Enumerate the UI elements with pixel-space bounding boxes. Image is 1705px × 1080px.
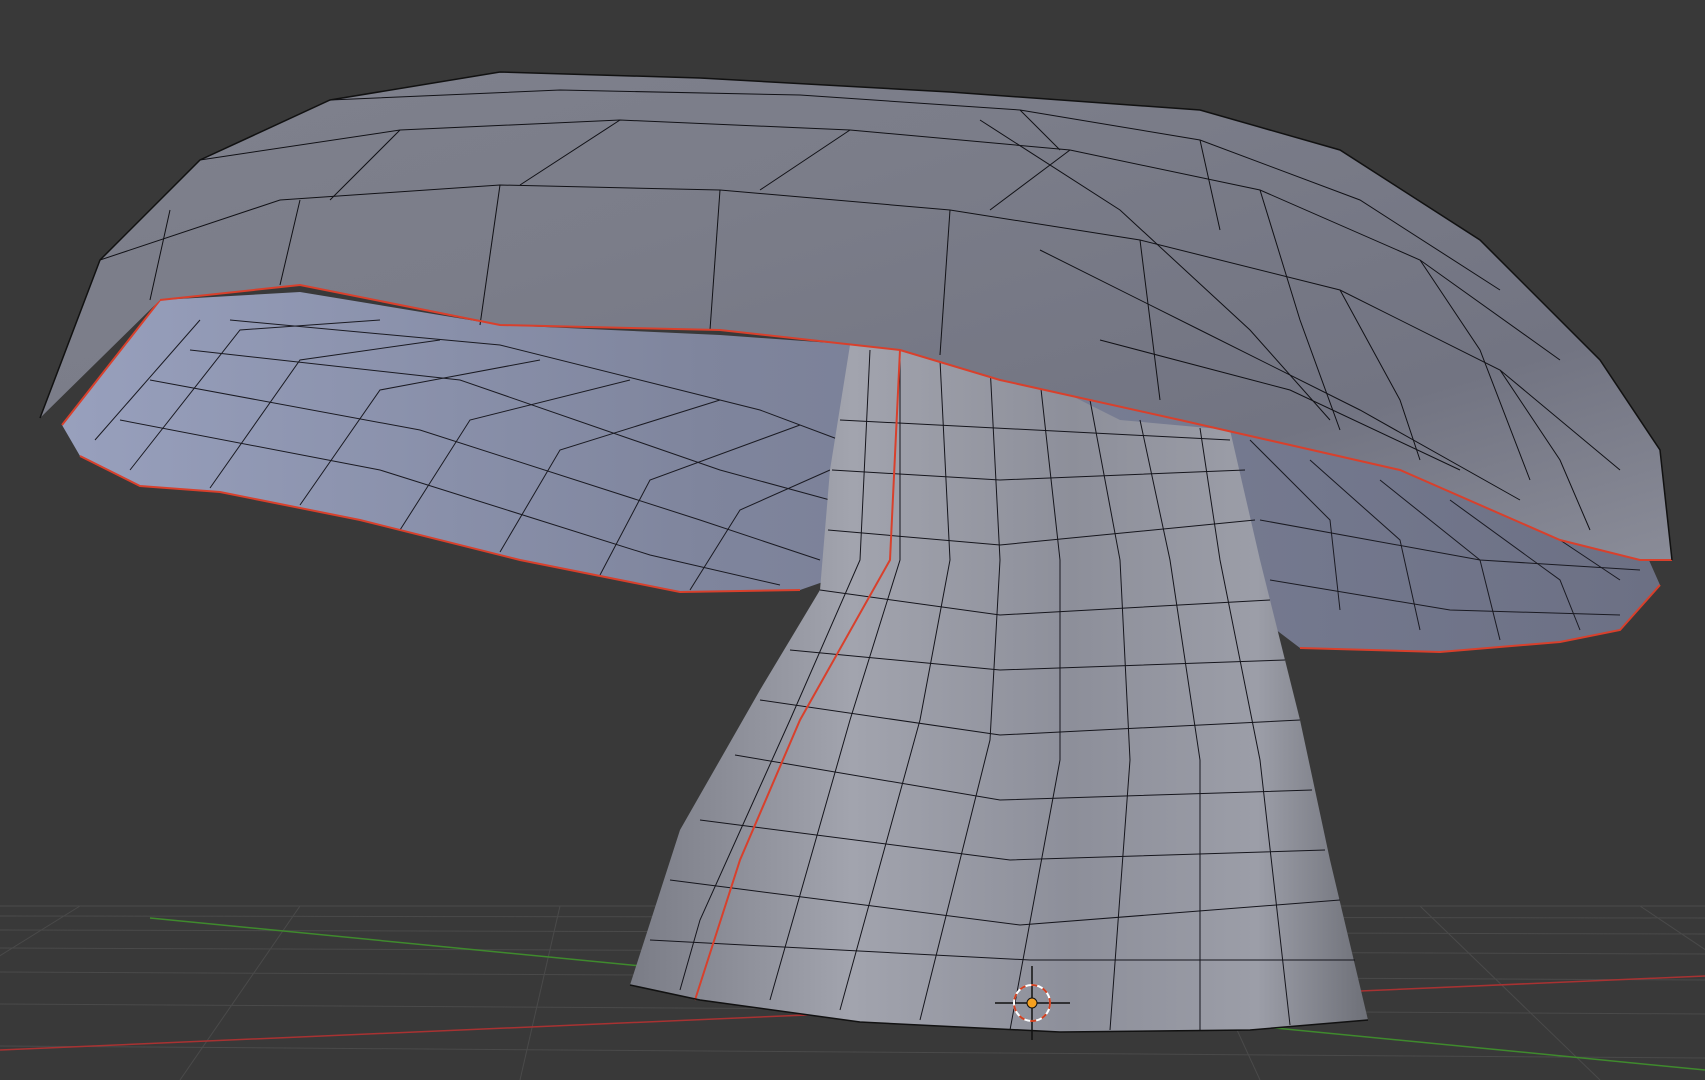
object-origin-icon xyxy=(1026,997,1038,1009)
viewport-canvas[interactable] xyxy=(0,0,1705,1080)
3d-viewport[interactable] xyxy=(0,0,1705,1080)
